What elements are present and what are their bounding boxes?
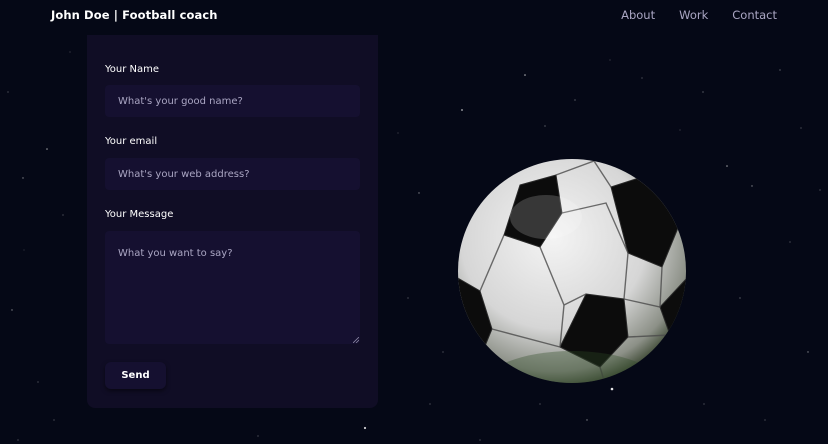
name-placeholder: What's your good name? (118, 95, 243, 107)
message-textarea[interactable]: What you want to say? (105, 231, 360, 344)
email-label: Your email (105, 136, 158, 147)
brand-title[interactable]: John Doe | Football coach (51, 8, 218, 22)
contact-form: Your Name What's your good name? Your em… (87, 35, 378, 408)
email-input[interactable]: What's your web address? (105, 158, 360, 190)
soccer-ball-icon[interactable] (456, 157, 688, 387)
nav-link-work[interactable]: Work (679, 8, 708, 22)
email-placeholder: What's your web address? (118, 168, 250, 180)
nav-link-about[interactable]: About (621, 8, 655, 22)
send-button[interactable]: Send (105, 362, 166, 389)
nav-link-contact[interactable]: Contact (732, 8, 777, 22)
name-input[interactable]: What's your good name? (105, 85, 360, 117)
message-placeholder: What you want to say? (118, 248, 233, 259)
name-label: Your Name (105, 64, 160, 75)
nav-links: About Work Contact (621, 8, 777, 22)
resize-handle-icon[interactable] (353, 337, 359, 343)
navbar: John Doe | Football coach About Work Con… (0, 0, 828, 32)
message-label: Your Message (105, 209, 174, 220)
